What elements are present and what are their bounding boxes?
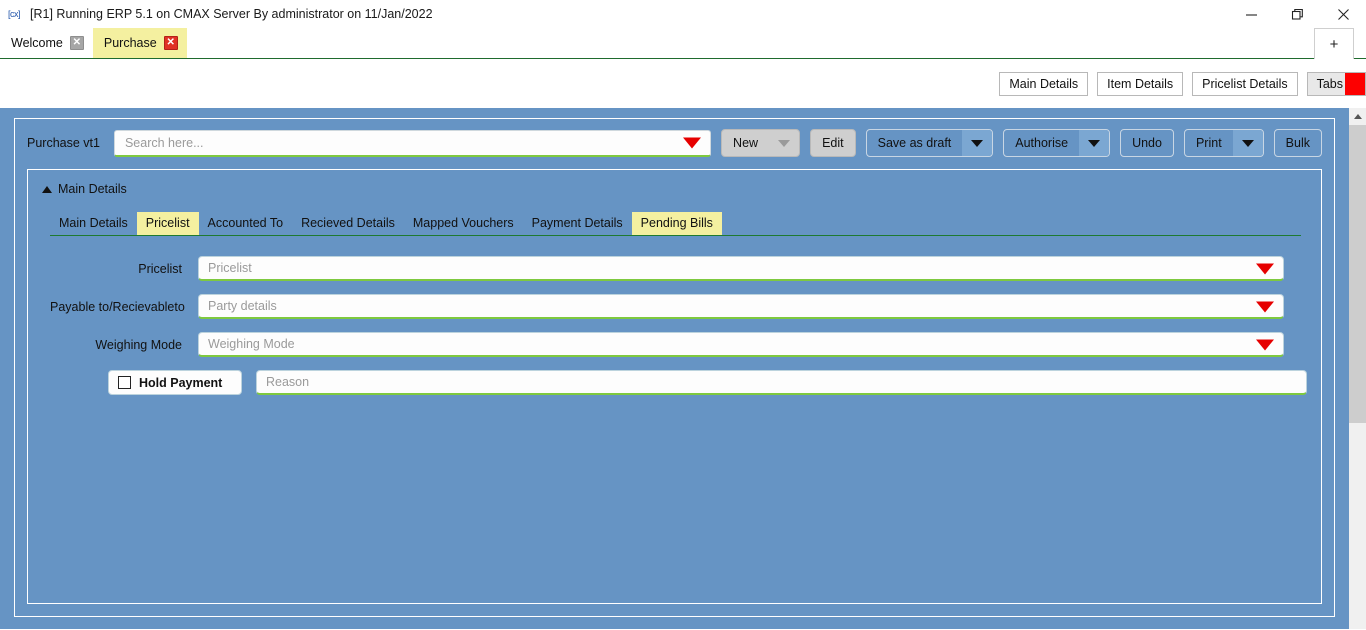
subtab-pending-bills[interactable]: Pending Bills <box>631 212 722 235</box>
save-as-draft-label: Save as draft <box>877 136 952 150</box>
form-row-hold-payment: Hold Payment <box>50 370 1307 395</box>
window-title: [R1] Running ERP 5.1 on CMAX Server By a… <box>30 7 433 21</box>
close-icon <box>1337 8 1349 20</box>
new-button-label: New <box>733 136 759 150</box>
item-details-button[interactable]: Item Details <box>1097 71 1184 96</box>
reason-field-wrapper <box>256 370 1307 395</box>
payable-receivable-input[interactable] <box>198 294 1284 319</box>
chevron-up-icon <box>1353 114 1362 119</box>
tabs-button-label: Tabs <box>1316 76 1343 91</box>
save-as-draft-dropdown-toggle[interactable] <box>962 130 993 156</box>
tab-purchase[interactable]: Purchase ✕ <box>92 28 187 58</box>
tab-welcome-close-icon[interactable]: ✕ <box>69 36 84 50</box>
scrollbar-thumb[interactable] <box>1349 125 1366 423</box>
form-row-pricelist: Pricelist <box>50 256 1307 281</box>
scroll-up-button[interactable] <box>1349 108 1366 125</box>
document-tab-strip: Welcome ✕ Purchase ✕ + <box>0 28 1366 59</box>
chevron-down-icon <box>1088 139 1101 147</box>
tab-welcome-label: Welcome <box>11 36 63 50</box>
save-as-draft-button[interactable]: Save as draft <box>865 129 994 157</box>
authorise-button-label: Authorise <box>1015 136 1069 150</box>
hold-payment-checkbox-group[interactable]: Hold Payment <box>108 370 242 395</box>
form-toolbar: Purchase vt1 New Edit Save as draft <box>15 119 1334 167</box>
minimize-button[interactable] <box>1228 0 1274 28</box>
print-button-label: Print <box>1195 136 1222 150</box>
main-details-section-header[interactable]: Main Details <box>42 182 1307 196</box>
triangle-up-icon <box>42 185 52 193</box>
maximize-button[interactable] <box>1274 0 1320 28</box>
page-body: Purchase vt1 New Edit Save as draft <box>0 108 1366 629</box>
close-button[interactable] <box>1320 0 1366 28</box>
search-field-wrapper <box>113 129 712 157</box>
form-row-weighing-mode: Weighing Mode <box>50 332 1307 357</box>
form-row-payable-receivable: Payable to/Recievableto <box>50 294 1307 319</box>
edit-button-label: Edit <box>822 136 844 150</box>
weighing-mode-label: Weighing Mode <box>95 337 182 352</box>
add-tab-button[interactable]: + <box>1314 28 1354 59</box>
purchase-form-panel: Purchase vt1 New Edit Save as draft <box>14 118 1335 617</box>
authorise-button[interactable]: Authorise <box>1003 129 1111 157</box>
pricelist-form: Pricelist Payable to/Recievableto <box>42 256 1307 395</box>
chevron-down-icon <box>778 139 791 147</box>
scrollbar-track[interactable] <box>1349 423 1366 629</box>
new-dropdown-toggle[interactable] <box>769 130 799 156</box>
chevron-down-icon <box>971 139 984 147</box>
restore-icon <box>1291 8 1303 20</box>
pricelist-input[interactable] <box>198 256 1284 281</box>
payable-receivable-field-wrapper <box>198 294 1284 319</box>
tab-purchase-label: Purchase <box>103 36 157 50</box>
subtab-accounted-to[interactable]: Accounted To <box>199 212 293 235</box>
vertical-scrollbar[interactable] <box>1349 108 1366 629</box>
reason-input[interactable] <box>256 370 1307 395</box>
window-title-bar: [cx] [R1] Running ERP 5.1 on CMAX Server… <box>0 0 1366 28</box>
tab-purchase-close-icon[interactable]: ✕ <box>163 36 178 50</box>
app-icon: [cx] <box>8 9 21 19</box>
hold-payment-label: Hold Payment <box>139 375 223 390</box>
window-controls <box>1228 0 1366 28</box>
authorise-dropdown-toggle[interactable] <box>1079 130 1110 156</box>
pricelist-field-wrapper <box>198 256 1284 281</box>
pricelist-label: Pricelist <box>138 261 182 276</box>
subtab-payment-details[interactable]: Payment Details <box>523 212 632 235</box>
payable-receivable-label: Payable to/Recievableto <box>50 299 185 314</box>
detail-button-band: Main Details Item Details Pricelist Deta… <box>0 59 1366 108</box>
pricelist-details-button[interactable]: Pricelist Details <box>1192 71 1298 96</box>
weighing-mode-input[interactable] <box>198 332 1284 357</box>
form-version-label: Purchase vt1 <box>27 136 100 150</box>
main-details-section-title: Main Details <box>58 182 127 196</box>
minimize-icon <box>1245 13 1257 16</box>
weighing-mode-field-wrapper <box>198 332 1284 357</box>
tab-welcome[interactable]: Welcome ✕ <box>0 28 93 58</box>
subtab-mapped-vouchers[interactable]: Mapped Vouchers <box>404 212 523 235</box>
chevron-down-icon <box>1241 139 1254 147</box>
sub-tab-bar: Main Details Pricelist Accounted To Reci… <box>50 212 1301 236</box>
undo-button-label: Undo <box>1132 136 1162 150</box>
main-details-button[interactable]: Main Details <box>999 71 1089 96</box>
hold-payment-checkbox[interactable] <box>118 376 131 389</box>
tabs-button[interactable]: Tabs <box>1306 71 1366 96</box>
subtab-pricelist[interactable]: Pricelist <box>136 212 199 235</box>
bulk-button-label: Bulk <box>1285 136 1310 150</box>
subtab-recieved-details[interactable]: Recieved Details <box>292 212 404 235</box>
print-button[interactable]: Print <box>1183 129 1264 157</box>
bulk-button[interactable]: Bulk <box>1273 129 1322 157</box>
search-input[interactable] <box>113 129 712 157</box>
main-details-panel: Main Details Main Details Pricelist Acco… <box>27 169 1322 604</box>
tabs-alert-flag-icon <box>1345 72 1365 95</box>
new-button[interactable]: New <box>721 129 801 157</box>
subtab-main-details[interactable]: Main Details <box>50 212 137 235</box>
edit-button[interactable]: Edit <box>810 129 856 157</box>
print-dropdown-toggle[interactable] <box>1232 130 1263 156</box>
page-content: Purchase vt1 New Edit Save as draft <box>0 108 1349 629</box>
undo-button[interactable]: Undo <box>1120 129 1174 157</box>
